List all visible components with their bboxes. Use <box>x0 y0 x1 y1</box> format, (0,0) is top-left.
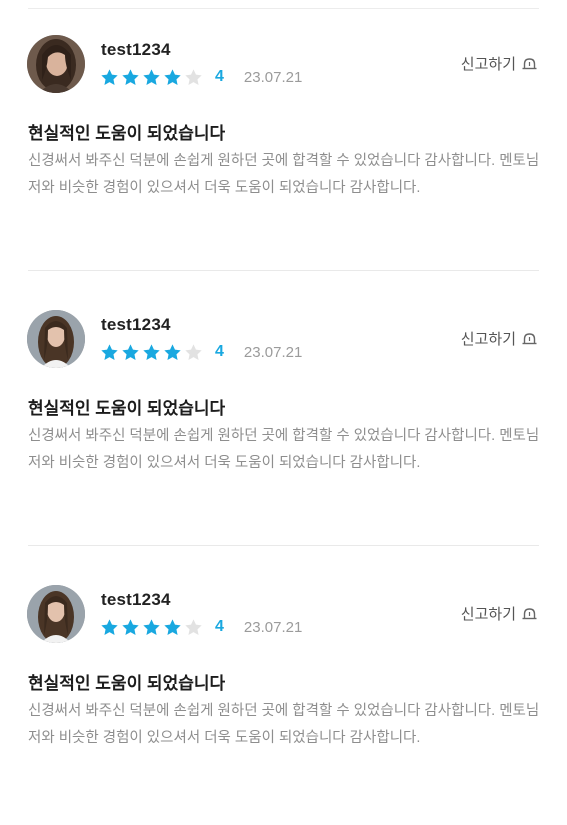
review-divider <box>28 545 539 546</box>
avatar-photo <box>27 310 85 368</box>
username: test1234 <box>101 315 171 334</box>
star-icon <box>164 68 181 85</box>
review-body: 신경써서 봐주신 덕분에 손쉽게 원하던 곳에 합격할 수 있었습니다 감사합니… <box>28 703 540 746</box>
siren-icon <box>522 58 537 70</box>
star-icon <box>143 618 160 635</box>
review-body: 신경써서 봐주신 덕분에 손쉽게 원하던 곳에 합격할 수 있었습니다 감사합니… <box>28 428 540 471</box>
review-date: 23.07.21 <box>243 68 303 86</box>
star-icon <box>101 343 118 360</box>
review-divider <box>28 270 539 271</box>
avatar[interactable] <box>27 35 85 93</box>
avatar[interactable] <box>27 310 85 368</box>
star-icon <box>143 343 160 360</box>
review-body: 신경써서 봐주신 덕분에 손쉽게 원하던 곳에 합격할 수 있었습니다 감사합니… <box>28 153 540 196</box>
review-item: test1234 4 23.07.21 신고하기 현실적인 도움이 되었습니다 … <box>0 275 567 550</box>
star-icon <box>101 618 118 635</box>
report-button[interactable]: 신고하기 <box>461 53 538 74</box>
review-item: test1234 4 23.07.21 신고하기 현실적인 도움이 되었습니다 … <box>0 0 567 275</box>
report-button[interactable]: 신고하기 <box>461 603 538 624</box>
siren-icon <box>522 608 537 620</box>
star-icon <box>122 68 139 85</box>
rating-row: 4 23.07.21 <box>100 341 302 363</box>
report-label: 신고하기 <box>460 331 516 348</box>
report-button[interactable]: 신고하기 <box>461 328 538 349</box>
star-icon <box>122 343 139 360</box>
star-icon <box>143 68 160 85</box>
rating-value: 4 <box>215 68 224 85</box>
star-icon <box>122 618 139 635</box>
star-empty-icon <box>185 343 202 360</box>
rating-row: 4 23.07.21 <box>100 66 302 88</box>
star-icon <box>164 618 181 635</box>
rating-row: 4 23.07.21 <box>100 616 302 638</box>
star-rating <box>100 618 205 637</box>
siren-icon <box>522 333 537 345</box>
avatar-photo <box>27 585 85 643</box>
rating-value: 4 <box>215 343 224 360</box>
star-rating <box>100 343 205 362</box>
username: test1234 <box>101 40 171 59</box>
star-empty-icon <box>185 68 202 85</box>
username: test1234 <box>101 590 171 609</box>
star-empty-icon <box>185 618 202 635</box>
rating-value: 4 <box>215 618 224 635</box>
report-label: 신고하기 <box>460 606 516 623</box>
star-icon <box>164 343 181 360</box>
avatar[interactable] <box>27 585 85 643</box>
avatar-photo <box>27 35 85 93</box>
review-date: 23.07.21 <box>243 618 303 636</box>
star-rating <box>100 68 205 87</box>
review-title: 현실적인 도움이 되었습니다 <box>28 124 226 143</box>
review-title: 현실적인 도움이 되었습니다 <box>28 674 226 693</box>
report-label: 신고하기 <box>460 56 516 73</box>
review-date: 23.07.21 <box>243 343 303 361</box>
review-item: test1234 4 23.07.21 신고하기 현실적인 도움이 되었습니다 … <box>0 550 567 825</box>
star-icon <box>101 68 118 85</box>
review-title: 현실적인 도움이 되었습니다 <box>28 399 226 418</box>
